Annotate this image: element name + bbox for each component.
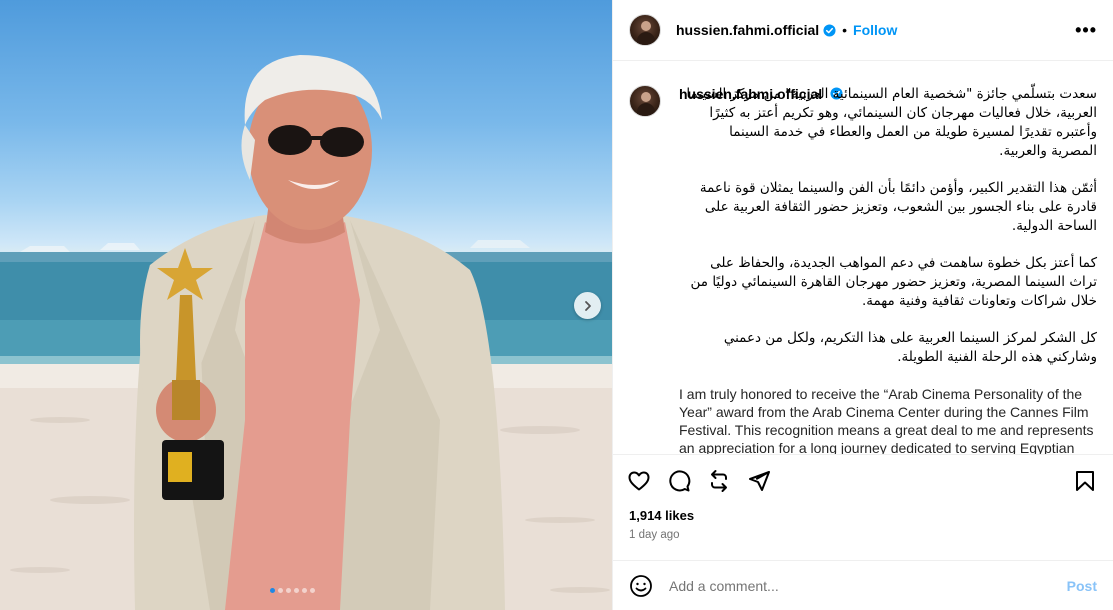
carousel-dots <box>270 588 315 593</box>
follow-button[interactable]: Follow <box>853 22 897 38</box>
caption-paragraph: أثمّن هذا التقدير الكبير، وأؤمن دائمًا ب… <box>699 180 1097 234</box>
comment-input[interactable] <box>669 577 1067 594</box>
avatar[interactable] <box>629 85 661 117</box>
emoji-button[interactable] <box>629 574 653 598</box>
repost-icon <box>711 469 727 492</box>
more-options-button[interactable]: ••• <box>1075 20 1097 41</box>
comment-icon <box>669 469 691 491</box>
carousel-dot <box>310 588 315 593</box>
caption-paragraph: سعدت بتسلّمي جائزة "شخصية العام السينمائ… <box>686 86 1097 159</box>
carousel-dot <box>294 588 299 593</box>
caption-paragraph: كل الشكر لمركز السينما العربية على هذا ا… <box>723 330 1097 365</box>
action-bar <box>613 454 1113 506</box>
caption: hussien.fahmi.official سعدت بتسلّمي جائز… <box>679 85 1097 454</box>
chevron-right-icon <box>584 300 591 311</box>
likes-count[interactable]: 1,914 likes <box>629 508 694 523</box>
heart-icon <box>628 471 650 490</box>
carousel-dot <box>302 588 307 593</box>
carousel-dot <box>270 588 275 593</box>
photo-scene <box>0 55 612 610</box>
post-header: hussien.fahmi.official • Follow ••• <box>613 0 1113 61</box>
verified-badge-icon <box>823 23 836 37</box>
post-photo[interactable] <box>0 0 612 610</box>
share-icon <box>749 470 770 491</box>
post-timestamp[interactable]: 1 day ago <box>629 529 680 541</box>
separator-dot: • <box>842 22 848 38</box>
repost-button[interactable] <box>707 469 731 493</box>
username[interactable]: hussien.fahmi.official <box>676 22 819 38</box>
avatar[interactable] <box>629 14 661 46</box>
save-button[interactable] <box>1073 469 1097 493</box>
carousel-dot <box>286 588 291 593</box>
bookmark-icon <box>1076 470 1094 491</box>
caption-paragraph: كما أعتز بكل خطوة ساهمت في دعم المواهب ا… <box>690 255 1097 309</box>
caption-paragraph-english: I am truly honored to receive the “Arab … <box>679 386 1094 454</box>
comment-bar: Post <box>613 560 1113 610</box>
emoji-icon <box>630 574 652 597</box>
post-comment-button[interactable]: Post <box>1067 578 1097 594</box>
share-button[interactable] <box>747 469 771 493</box>
post-details-panel: hussien.fahmi.official • Follow ••• huss… <box>612 0 1113 610</box>
carousel-dot <box>278 588 283 593</box>
carousel-next-button[interactable] <box>574 292 601 319</box>
like-button[interactable] <box>627 469 651 493</box>
comment-button[interactable] <box>667 469 691 493</box>
caption-area: hussien.fahmi.official سعدت بتسلّمي جائز… <box>613 61 1113 454</box>
